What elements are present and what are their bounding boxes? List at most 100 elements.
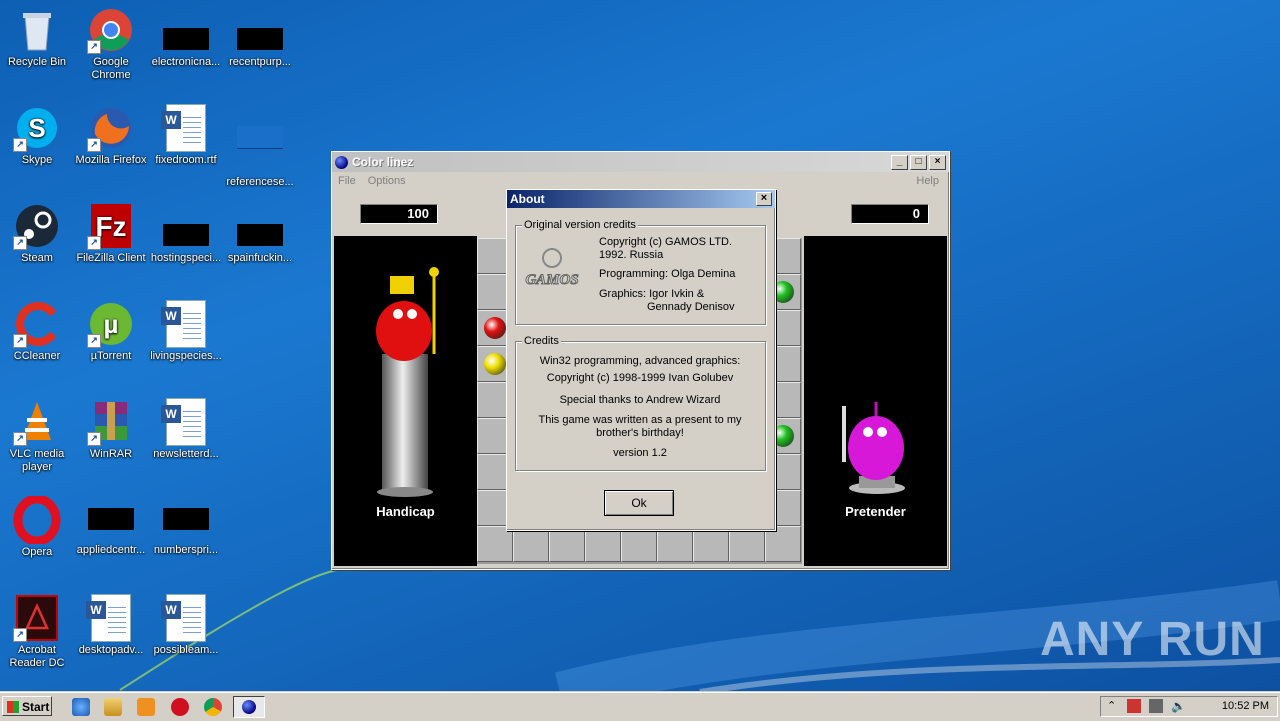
menu-options[interactable]: Options: [368, 175, 406, 187]
svg-text:S: S: [28, 113, 45, 143]
gamos-logo-icon: GAMOS: [525, 248, 579, 289]
desktop-icon-skype[interactable]: S ↗ Skype: [0, 104, 74, 167]
opera-taskbar-icon[interactable]: [171, 698, 189, 716]
desktop-icon-numberspri[interactable]: numberspri...: [149, 496, 223, 557]
media-player-icon[interactable]: [137, 698, 155, 716]
desktop-icon-winrar[interactable]: ↗ WinRAR: [74, 398, 148, 461]
word-document-icon: W: [161, 594, 210, 642]
board-cell[interactable]: [477, 526, 513, 562]
desktop-icon-label: referencese...: [226, 176, 294, 188]
about-dialog[interactable]: About × Original version credits GAMOS C…: [506, 189, 776, 531]
svg-text:µ: µ: [104, 309, 119, 339]
desktop-icon-steam[interactable]: ↗ Steam: [0, 202, 74, 265]
about-title-text: About: [510, 192, 545, 206]
desktop-icon-label: Skype: [21, 154, 53, 166]
desktop-icon-label: VLC media player: [9, 448, 65, 473]
shortcut-arrow-icon: ↗: [87, 138, 101, 152]
desktop-icon-appliedcentr[interactable]: appliedcentr...: [74, 496, 148, 557]
svg-text:GAMOS: GAMOS: [525, 272, 578, 288]
desktop-icon-livingspecies[interactable]: W livingspecies...: [149, 300, 223, 363]
board-cell[interactable]: [729, 526, 765, 562]
network-icon[interactable]: [1149, 699, 1163, 713]
board-cell[interactable]: [765, 526, 801, 562]
utorrent-icon: µ ↗: [87, 300, 135, 348]
tray-expand-icon[interactable]: ⌃: [1107, 699, 1116, 712]
score-left: 100: [360, 204, 438, 224]
color-linez-taskbar-button[interactable]: [233, 696, 265, 718]
desktop-icon-hostingspeci[interactable]: hostingspeci...: [149, 202, 223, 265]
file-thumbnail-icon: [236, 126, 284, 174]
desktop-icon-opera[interactable]: Opera: [0, 494, 74, 559]
desktop-icon-recycle-bin[interactable]: Recycle Bin: [0, 6, 74, 69]
menu-help[interactable]: Help: [916, 175, 939, 187]
desktop-icon-label: WinRAR: [89, 448, 133, 460]
board-cell[interactable]: [513, 526, 549, 562]
chrome-icon: ↗: [87, 6, 135, 54]
desktop-icon-referencese[interactable]: referencese...: [223, 104, 297, 189]
desktop-icon-label: Acrobat Reader DC: [9, 644, 65, 669]
file-thumbnail-icon: [163, 28, 209, 50]
maximize-button[interactable]: □: [910, 154, 927, 170]
desktop-icon-label: newsletterd...: [153, 448, 219, 460]
winrar-icon: ↗: [87, 398, 135, 446]
ball-icon[interactable]: [484, 317, 506, 339]
desktop-icon-fixedroom[interactable]: W fixedroom.rtf: [149, 104, 223, 167]
minimize-button[interactable]: _: [891, 154, 908, 170]
version-text: version 1.2: [613, 447, 667, 459]
about-dialog-title[interactable]: About ×: [507, 190, 775, 208]
file-thumbnail-icon: [163, 224, 209, 246]
present-line2: brother's birthday!: [596, 427, 684, 439]
start-label: Start: [22, 700, 50, 714]
desktop-icon-label: numberspri...: [153, 544, 219, 556]
start-button[interactable]: Start: [2, 696, 52, 716]
desktop-icon-desktopadv[interactable]: W desktopadv...: [74, 594, 148, 657]
score-right: 0: [851, 204, 929, 224]
explorer-folder-icon[interactable]: [104, 698, 122, 716]
ball-icon[interactable]: [484, 353, 506, 375]
volume-icon[interactable]: 🔈: [1171, 699, 1186, 713]
desktop-icon-chrome[interactable]: ↗ Google Chrome: [74, 6, 148, 82]
board-cell[interactable]: [585, 526, 621, 562]
window-titlebar[interactable]: Color linez _ □ ×: [332, 152, 949, 172]
graphics-credit-line2: Gennady Denisov: [647, 301, 735, 313]
desktop-icon-electronicna[interactable]: electronicna...: [149, 6, 223, 69]
word-document-icon: W: [161, 104, 210, 152]
desktop-icon-vlc[interactable]: ↗ VLC media player: [0, 398, 74, 474]
desktop-icon-recentpurp[interactable]: recentpurp...: [223, 6, 297, 69]
board-cell[interactable]: [549, 526, 585, 562]
desktop-icon-possibleam[interactable]: W possibleam...: [149, 594, 223, 657]
clock[interactable]: 10:52 PM: [1222, 700, 1269, 712]
desktop-icon-filezilla[interactable]: Fz ↗ FileZilla Client: [74, 202, 148, 265]
copyright-gamos-line2: 1992. Russia: [599, 249, 664, 261]
player-left-panel: Handicap: [334, 236, 477, 566]
desktop-icon-newsletterd[interactable]: W newsletterd...: [149, 398, 223, 461]
word-document-icon: W: [86, 594, 135, 642]
desktop-icon-label: electronicna...: [151, 56, 221, 68]
chrome-taskbar-icon[interactable]: [204, 698, 222, 716]
board-cell[interactable]: [693, 526, 729, 562]
ok-button[interactable]: Ok: [604, 490, 674, 516]
about-close-button[interactable]: ×: [756, 192, 772, 206]
board-cell[interactable]: [657, 526, 693, 562]
acrobat-icon: ↗: [13, 594, 61, 642]
word-document-icon: W: [161, 398, 210, 446]
action-center-icon[interactable]: [1127, 699, 1141, 713]
board-cell[interactable]: [621, 526, 657, 562]
desktop-icon-acrobat[interactable]: ↗ Acrobat Reader DC: [0, 594, 74, 670]
desktop-icon-spainfuckin[interactable]: spainfuckin...: [223, 202, 297, 265]
opera-icon: [13, 494, 61, 546]
player-left-name: Handicap: [376, 504, 435, 519]
desktop-icon-ccleaner[interactable]: ↗ CCleaner: [0, 300, 74, 363]
word-document-icon: W: [161, 300, 210, 348]
credits-group: Credits Win32 programming, advanced grap…: [515, 335, 766, 471]
desktop-icon-firefox[interactable]: ↗ Mozilla Firefox: [74, 104, 148, 167]
shortcut-arrow-icon: ↗: [13, 334, 27, 348]
close-button[interactable]: ×: [929, 154, 946, 170]
ie-icon[interactable]: [72, 698, 90, 716]
desktop-icon-utorrent[interactable]: µ ↗ µTorrent: [74, 300, 148, 363]
menu-file[interactable]: File: [338, 175, 356, 187]
file-thumbnail-icon: [237, 28, 283, 50]
desktop-icon-label: CCleaner: [13, 350, 61, 362]
color-linez-ball-icon: [242, 700, 256, 714]
desktop-icon-label: Opera: [21, 546, 53, 558]
